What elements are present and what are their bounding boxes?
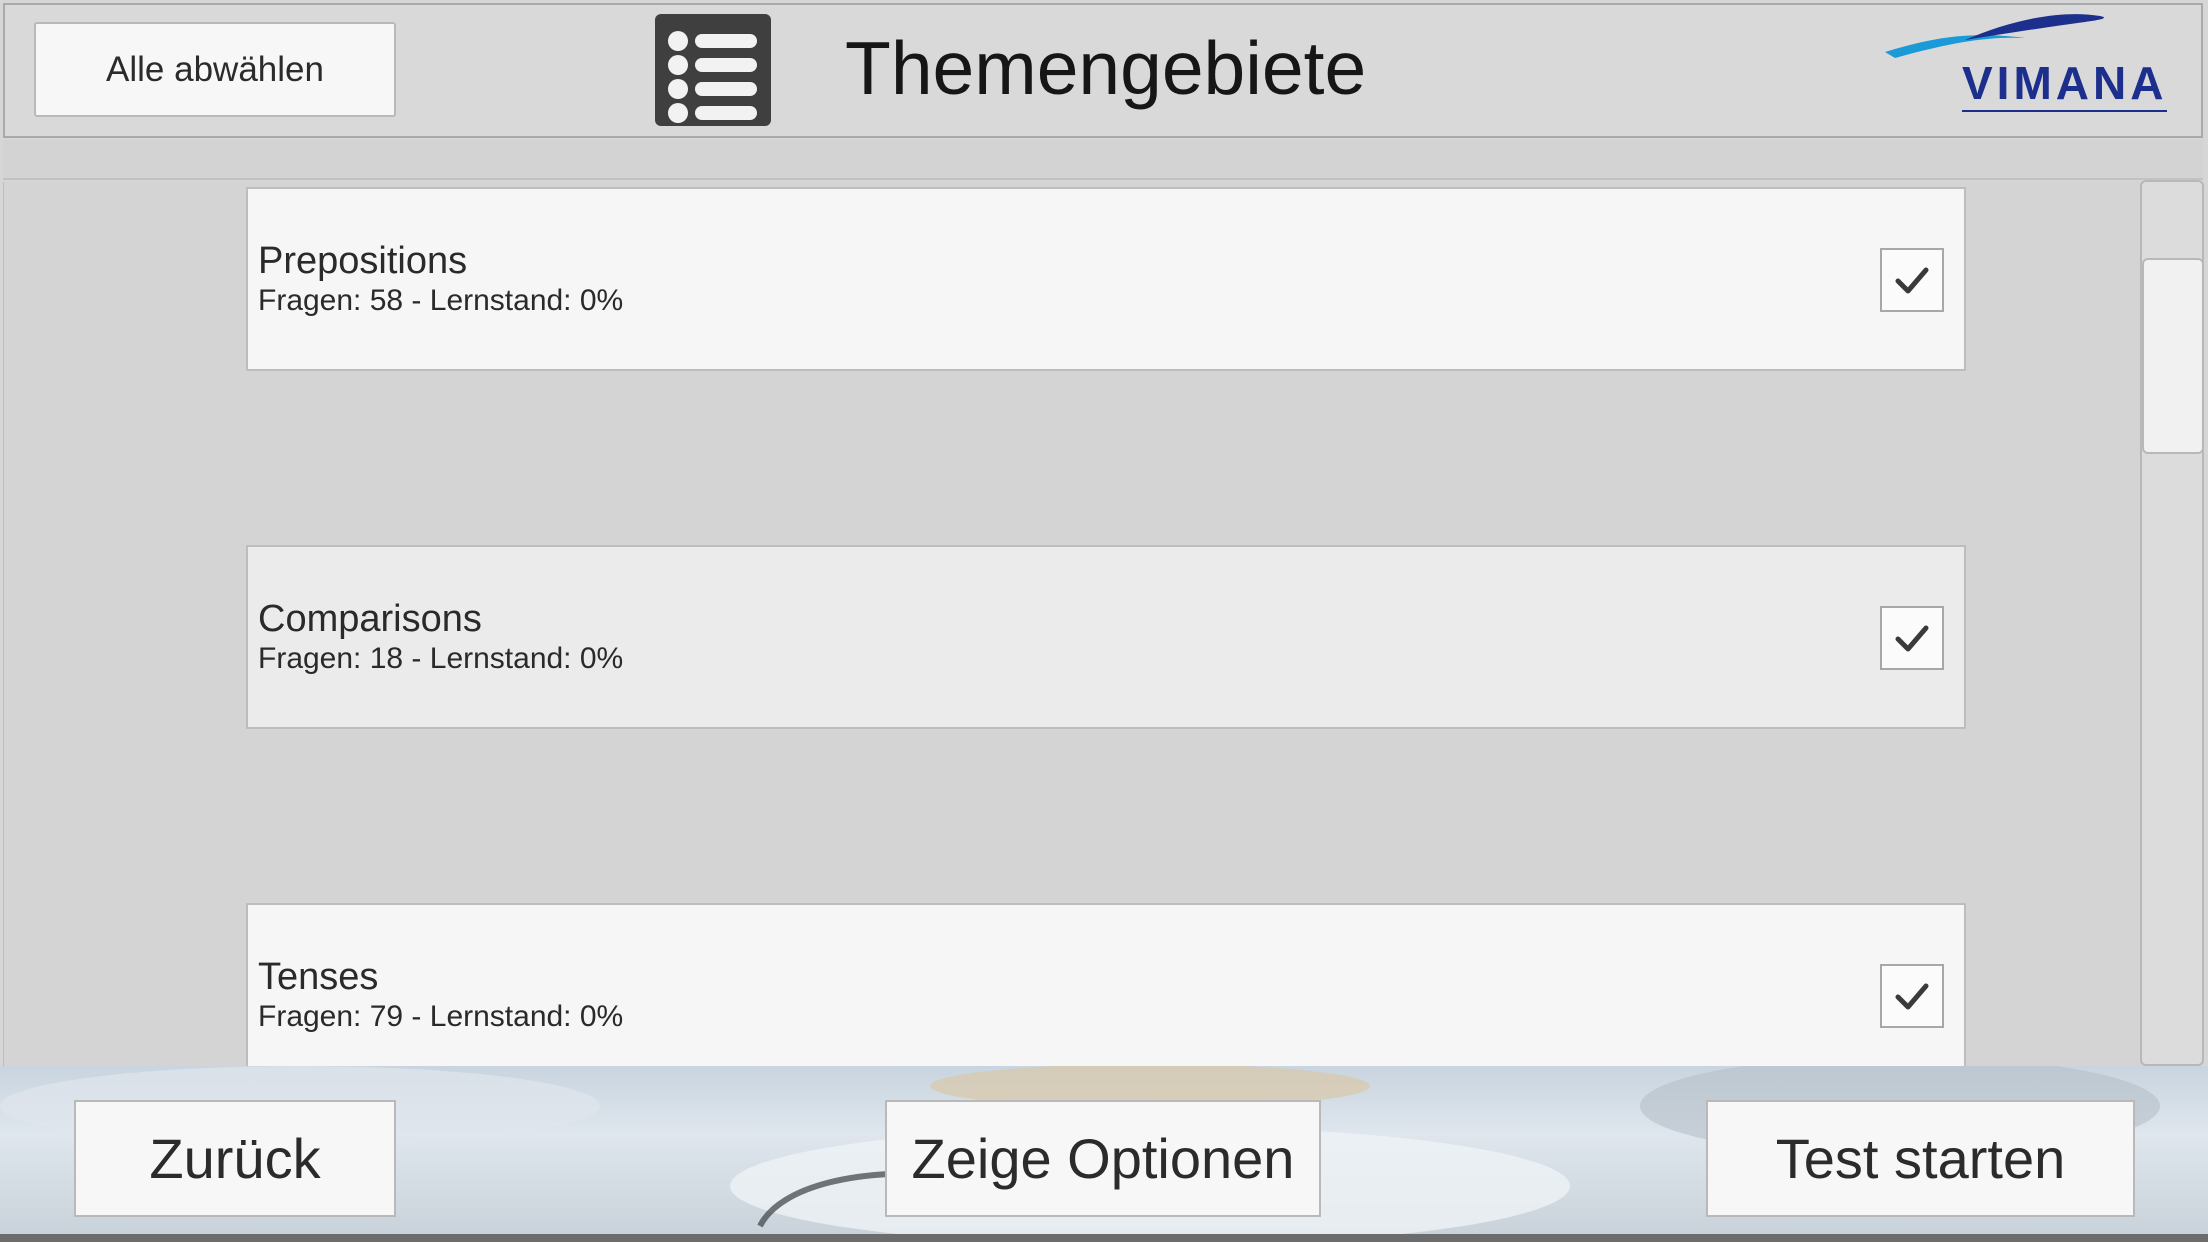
topic-stats: Fragen: 18 - Lernstand: 0% (258, 642, 624, 675)
checkmark-icon (1895, 267, 1929, 294)
topic-name: Prepositions (258, 240, 468, 282)
topic-name: Tenses (258, 956, 379, 998)
topic-card-tenses[interactable]: Tenses Fragen: 79 - Lernstand: 0% (246, 903, 1966, 1066)
footer-bottom-strip (0, 1234, 2208, 1242)
checkmark-icon (1895, 625, 1929, 652)
topic-list[interactable]: Prepositions Fragen: 58 - Lernstand: 0% … (3, 182, 2204, 1066)
topic-card-comparisons[interactable]: Comparisons Fragen: 18 - Lernstand: 0% (246, 545, 1966, 729)
topic-checkbox[interactable] (1880, 964, 1944, 1028)
page-title: Themengebiete (845, 26, 1367, 110)
checkmark-icon (1895, 983, 1929, 1010)
sub-header-bar (3, 140, 2203, 180)
deselect-all-button[interactable]: Alle abwählen (34, 22, 396, 117)
show-options-button[interactable]: Zeige Optionen (885, 1100, 1321, 1217)
list-icon (655, 14, 771, 126)
vimana-logo-text: VIMANA (1962, 58, 2168, 112)
topic-checkbox[interactable] (1880, 606, 1944, 670)
topic-stats: Fragen: 58 - Lernstand: 0% (258, 284, 624, 317)
topic-name: Comparisons (258, 598, 482, 640)
topic-stats: Fragen: 79 - Lernstand: 0% (258, 1000, 624, 1033)
back-button[interactable]: Zurück (74, 1100, 396, 1217)
topic-checkbox[interactable] (1880, 248, 1944, 312)
start-test-button[interactable]: Test starten (1706, 1100, 2135, 1217)
scrollbar-thumb[interactable] (2142, 258, 2204, 454)
topic-card-prepositions[interactable]: Prepositions Fragen: 58 - Lernstand: 0% (246, 187, 1966, 371)
